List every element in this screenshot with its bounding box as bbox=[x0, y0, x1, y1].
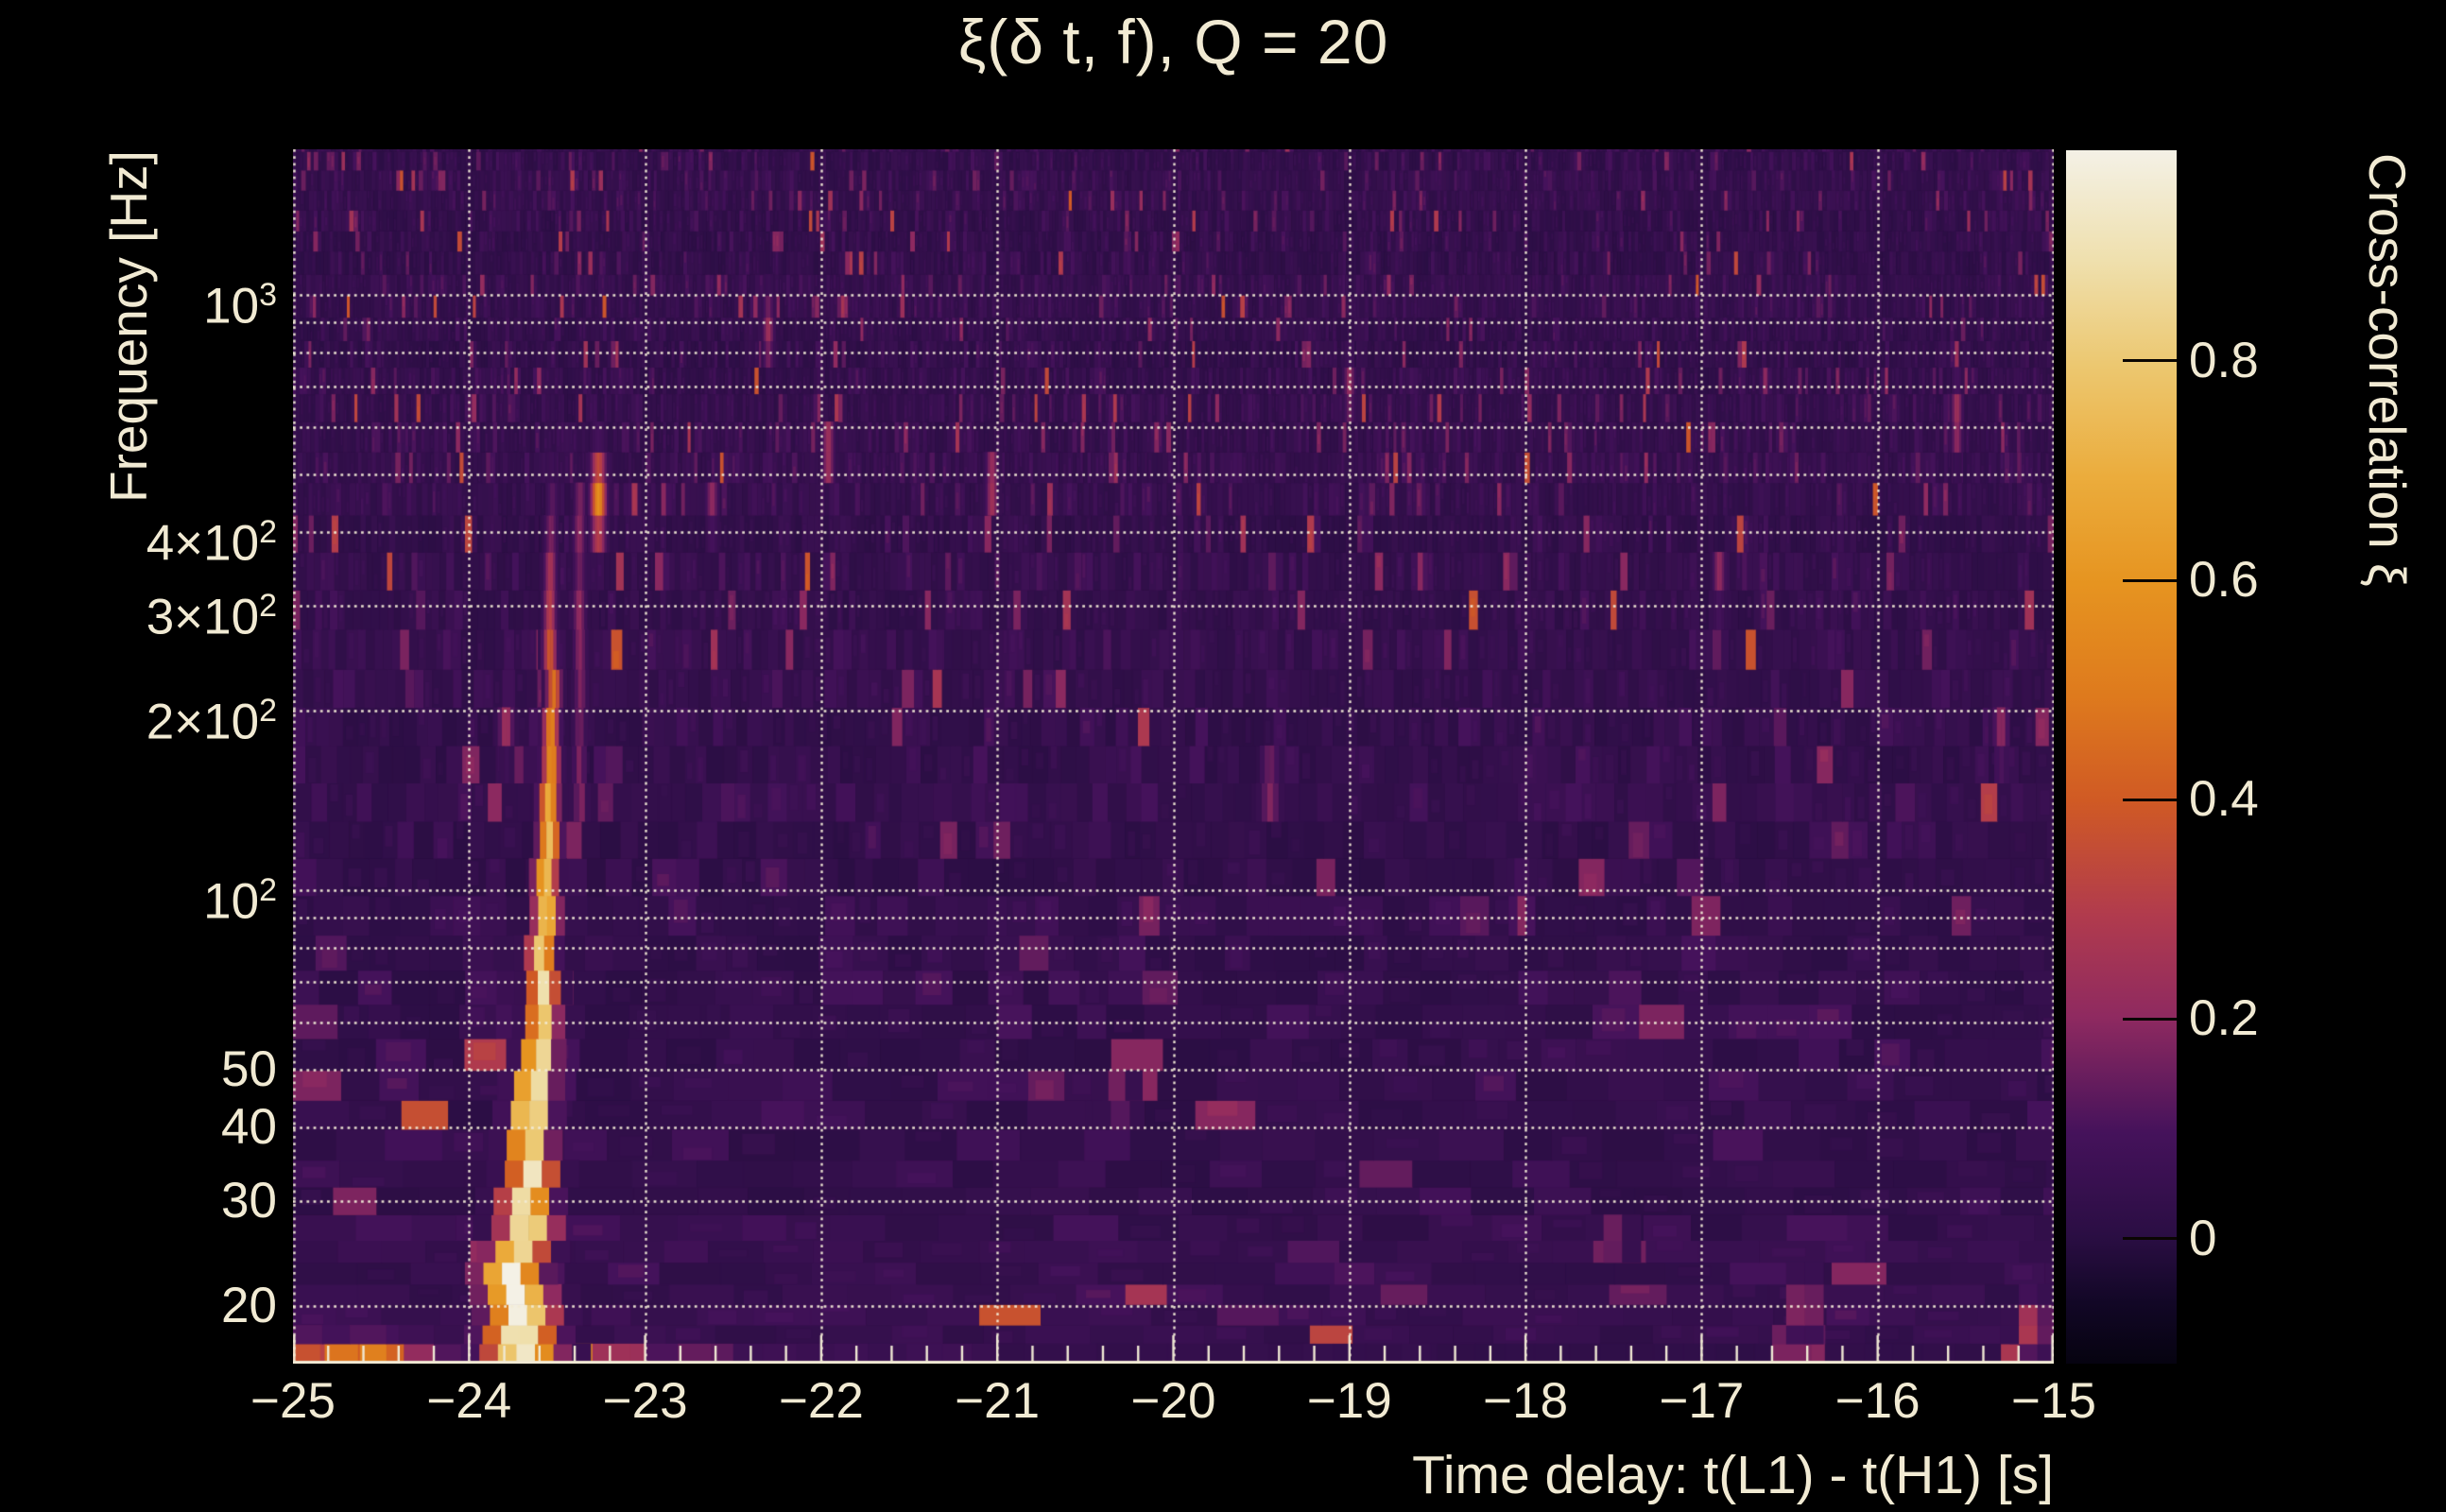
colorbar-tick-label: 0.2 bbox=[2189, 989, 2331, 1048]
x-axis-title: Time delay: t(L1) - t(H1) [s] bbox=[293, 1444, 2054, 1506]
y-tick-label: 4×102 bbox=[38, 503, 277, 561]
colorbar-title: Cross-correlation ξ bbox=[2357, 153, 2418, 587]
colorbar-tick-mark bbox=[2123, 579, 2177, 582]
x-tick-label: −25 bbox=[217, 1372, 369, 1430]
colorbar-tick-mark bbox=[2123, 359, 2177, 362]
y-tick-label: 2×102 bbox=[38, 681, 277, 740]
colorbar-tick-label: 0.8 bbox=[2189, 332, 2331, 390]
colorbar-tick-mark bbox=[2123, 799, 2177, 801]
x-tick-label: −19 bbox=[1274, 1372, 1425, 1430]
plot-title: ξ(δ t, f), Q = 20 bbox=[293, 6, 2054, 77]
colorbar-tick-label: 0 bbox=[2189, 1210, 2331, 1268]
x-tick-label: −15 bbox=[1978, 1372, 2129, 1430]
colorbar-tick-label: 0.6 bbox=[2189, 551, 2331, 610]
figure: ξ(δ t, f), Q = 20 Frequency [Hz] Time de… bbox=[0, 0, 2446, 1512]
y-tick-label: 20 bbox=[38, 1277, 277, 1335]
x-tick-label: −23 bbox=[570, 1372, 721, 1430]
x-tick-label: −22 bbox=[746, 1372, 897, 1430]
colorbar-tick-mark bbox=[2123, 1018, 2177, 1021]
colorbar-tick-label: 0.4 bbox=[2189, 770, 2331, 829]
y-tick-label: 3×102 bbox=[38, 576, 277, 635]
x-tick-label: −20 bbox=[1098, 1372, 1249, 1430]
colorbar-tick-mark bbox=[2123, 1237, 2177, 1240]
x-tick-label: −21 bbox=[922, 1372, 1073, 1430]
x-tick-label: −18 bbox=[1450, 1372, 1601, 1430]
colorbar-gradient bbox=[2066, 150, 2177, 1364]
y-tick-label: 103 bbox=[38, 266, 277, 324]
y-tick-label: 40 bbox=[38, 1098, 277, 1157]
x-tick-label: −24 bbox=[393, 1372, 544, 1430]
y-tick-label: 102 bbox=[38, 861, 277, 919]
spectrogram-canvas bbox=[293, 149, 2054, 1364]
x-tick-label: −17 bbox=[1626, 1372, 1777, 1430]
y-tick-label: 30 bbox=[38, 1172, 277, 1230]
y-tick-label: 50 bbox=[38, 1040, 277, 1099]
x-tick-label: −16 bbox=[1802, 1372, 1954, 1430]
